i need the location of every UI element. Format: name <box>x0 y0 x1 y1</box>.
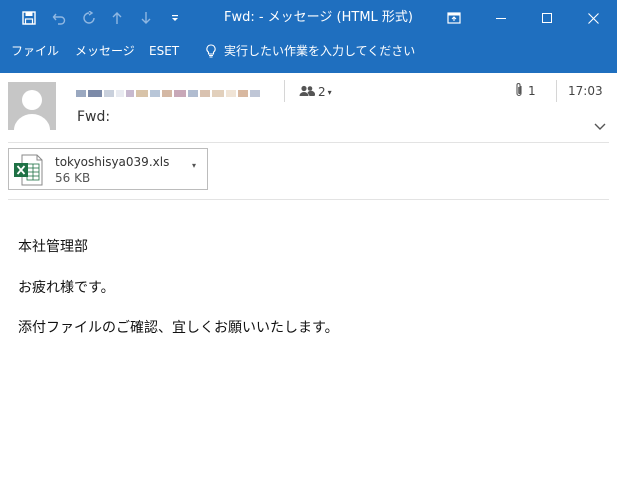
tab-file[interactable]: ファイル <box>11 36 59 73</box>
maximize-button[interactable] <box>524 0 570 36</box>
ribbon: ファイル メッセージ ESET 実行したい作業を入力してください <box>0 36 617 73</box>
lightbulb-icon <box>206 36 220 66</box>
paperclip-icon <box>514 82 524 101</box>
excel-file-icon <box>13 154 43 186</box>
attachment-card[interactable]: tokyoshisya039.xls 56 KB ▾ <box>8 148 208 190</box>
tab-eset[interactable]: ESET <box>149 36 179 73</box>
attachments-count: 1 <box>528 84 536 98</box>
recipients-button[interactable]: 2 ▾ <box>299 84 332 100</box>
chevron-down-icon <box>594 123 606 130</box>
header-divider <box>8 142 609 143</box>
attachment-dropdown-icon[interactable]: ▾ <box>192 161 196 170</box>
chevron-down-icon: ▾ <box>327 87 332 97</box>
divider <box>556 80 557 102</box>
arrow-down-icon[interactable] <box>131 0 161 36</box>
tell-me-box[interactable]: 実行したい作業を入力してください <box>206 36 415 73</box>
recipients-count: 2 <box>318 85 326 99</box>
attachment-name: tokyoshisya039.xls <box>55 155 170 169</box>
title-bar: Fwd: - メッセージ (HTML 形式) <box>0 0 617 36</box>
expand-header-button[interactable] <box>592 118 608 130</box>
redo-icon[interactable] <box>74 0 104 36</box>
body-line: 本社管理部 <box>18 239 88 255</box>
avatar[interactable] <box>8 82 56 130</box>
undo-icon[interactable] <box>44 0 74 36</box>
save-icon[interactable] <box>14 0 44 36</box>
tell-me-text: 実行したい作業を入力してください <box>224 44 416 58</box>
people-icon <box>299 85 316 100</box>
close-button[interactable] <box>570 0 616 36</box>
ribbon-display-options-icon[interactable] <box>439 0 469 36</box>
subject: Fwd: <box>77 109 111 125</box>
body-divider <box>8 199 609 200</box>
attachment-size: 56 KB <box>55 171 91 185</box>
minimize-button[interactable] <box>478 0 524 36</box>
sent-time: 17:03 <box>568 84 603 98</box>
tab-message[interactable]: メッセージ <box>75 36 135 73</box>
body-line: お疲れ様です。 <box>18 280 115 296</box>
customize-icon[interactable] <box>160 0 190 36</box>
attachments-indicator[interactable]: 1 <box>514 82 536 101</box>
arrow-up-icon[interactable] <box>102 0 132 36</box>
divider <box>284 80 285 102</box>
body-line: 添付ファイルのご確認、宜しくお願いいたします。 <box>18 320 339 336</box>
sender-name-redacted[interactable] <box>76 86 262 100</box>
